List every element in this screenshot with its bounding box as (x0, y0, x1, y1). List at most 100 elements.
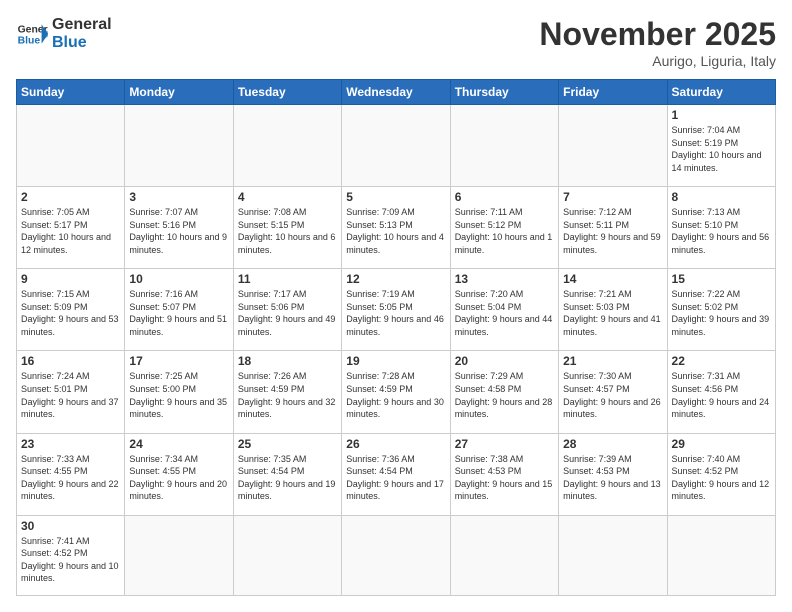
cell-daylight-info: Sunrise: 7:09 AM Sunset: 5:13 PM Dayligh… (346, 206, 445, 256)
header: General Blue General Blue November 2025 … (16, 16, 776, 69)
day-number: 12 (346, 272, 445, 286)
day-number: 29 (672, 437, 771, 451)
day-number: 16 (21, 354, 120, 368)
cell-daylight-info: Sunrise: 7:17 AM Sunset: 5:06 PM Dayligh… (238, 288, 337, 338)
calendar-cell: 17 Sunrise: 7:25 AM Sunset: 5:00 PM Dayli… (125, 351, 233, 433)
cell-daylight-info: Sunrise: 7:22 AM Sunset: 5:02 PM Dayligh… (672, 288, 771, 338)
day-number: 3 (129, 190, 228, 204)
calendar-cell: 7 Sunrise: 7:12 AM Sunset: 5:11 PM Daylig… (559, 187, 667, 269)
calendar-cell: 15Sunrise: 7:22 AM Sunset: 5:02 PM Dayli… (667, 269, 775, 351)
cell-daylight-info: Sunrise: 7:30 AM Sunset: 4:57 PM Dayligh… (563, 370, 662, 420)
day-number: 18 (238, 354, 337, 368)
calendar-cell: 5 Sunrise: 7:09 AM Sunset: 5:13 PM Daylig… (342, 187, 450, 269)
logo: General Blue General Blue (16, 16, 112, 51)
svg-text:Blue: Blue (18, 35, 41, 46)
location-subtitle: Aurigo, Liguria, Italy (539, 53, 776, 69)
day-number: 11 (238, 272, 337, 286)
calendar-cell: 9Sunrise: 7:15 AM Sunset: 5:09 PM Daylig… (17, 269, 125, 351)
cell-daylight-info: Sunrise: 7:28 AM Sunset: 4:59 PM Dayligh… (346, 370, 445, 420)
calendar: SundayMondayTuesdayWednesdayThursdayFrid… (16, 79, 776, 596)
day-number: 7 (563, 190, 662, 204)
day-number: 5 (346, 190, 445, 204)
day-number: 13 (455, 272, 554, 286)
cell-daylight-info: Sunrise: 7:16 AM Sunset: 5:07 PM Dayligh… (129, 288, 228, 338)
calendar-cell (559, 515, 667, 595)
calendar-cell: 25Sunrise: 7:35 AM Sunset: 4:54 PM Dayli… (233, 433, 341, 515)
calendar-cell (559, 105, 667, 187)
calendar-cell (342, 105, 450, 187)
cell-daylight-info: Sunrise: 7:31 AM Sunset: 4:56 PM Dayligh… (672, 370, 771, 420)
calendar-cell: 22 Sunrise: 7:31 AM Sunset: 4:56 PM Dayli… (667, 351, 775, 433)
cell-daylight-info: Sunrise: 7:41 AM Sunset: 4:52 PM Dayligh… (21, 535, 120, 585)
day-header-tuesday: Tuesday (233, 80, 341, 105)
title-block: November 2025 Aurigo, Liguria, Italy (539, 16, 776, 69)
day-header-friday: Friday (559, 80, 667, 105)
cell-daylight-info: Sunrise: 7:20 AM Sunset: 5:04 PM Dayligh… (455, 288, 554, 338)
day-header-thursday: Thursday (450, 80, 558, 105)
day-number: 28 (563, 437, 662, 451)
day-number: 22 (672, 354, 771, 368)
calendar-cell: 20 Sunrise: 7:29 AM Sunset: 4:58 PM Dayli… (450, 351, 558, 433)
calendar-cell: 21 Sunrise: 7:30 AM Sunset: 4:57 PM Dayli… (559, 351, 667, 433)
calendar-cell: 26 Sunrise: 7:36 AM Sunset: 4:54 PM Dayli… (342, 433, 450, 515)
day-number: 8 (672, 190, 771, 204)
calendar-cell (233, 515, 341, 595)
day-number: 23 (21, 437, 120, 451)
calendar-cell: 12 Sunrise: 7:19 AM Sunset: 5:05 PM Dayli… (342, 269, 450, 351)
calendar-cell (17, 105, 125, 187)
calendar-cell (233, 105, 341, 187)
cell-daylight-info: Sunrise: 7:33 AM Sunset: 4:55 PM Dayligh… (21, 453, 120, 503)
calendar-cell: 8 Sunrise: 7:13 AM Sunset: 5:10 PM Daylig… (667, 187, 775, 269)
cell-daylight-info: Sunrise: 7:12 AM Sunset: 5:11 PM Dayligh… (563, 206, 662, 256)
day-header-sunday: Sunday (17, 80, 125, 105)
day-number: 2 (21, 190, 120, 204)
cell-daylight-info: Sunrise: 7:13 AM Sunset: 5:10 PM Dayligh… (672, 206, 771, 256)
cell-daylight-info: Sunrise: 7:24 AM Sunset: 5:01 PM Dayligh… (21, 370, 120, 420)
cell-daylight-info: Sunrise: 7:36 AM Sunset: 4:54 PM Dayligh… (346, 453, 445, 503)
day-number: 6 (455, 190, 554, 204)
logo-blue: Blue (52, 34, 112, 52)
day-number: 1 (672, 108, 771, 122)
calendar-cell (667, 515, 775, 595)
calendar-cell: 6Sunrise: 7:11 AM Sunset: 5:12 PM Daylig… (450, 187, 558, 269)
calendar-cell: 27Sunrise: 7:38 AM Sunset: 4:53 PM Dayli… (450, 433, 558, 515)
calendar-cell: 29Sunrise: 7:40 AM Sunset: 4:52 PM Dayli… (667, 433, 775, 515)
calendar-cell (450, 105, 558, 187)
cell-daylight-info: Sunrise: 7:38 AM Sunset: 4:53 PM Dayligh… (455, 453, 554, 503)
cell-daylight-info: Sunrise: 7:19 AM Sunset: 5:05 PM Dayligh… (346, 288, 445, 338)
day-number: 4 (238, 190, 337, 204)
day-number: 21 (563, 354, 662, 368)
logo-icon: General Blue (16, 18, 48, 50)
calendar-cell: 23 Sunrise: 7:33 AM Sunset: 4:55 PM Dayli… (17, 433, 125, 515)
calendar-cell: 3Sunrise: 7:07 AM Sunset: 5:16 PM Daylig… (125, 187, 233, 269)
day-number: 14 (563, 272, 662, 286)
calendar-cell: 24 Sunrise: 7:34 AM Sunset: 4:55 PM Dayli… (125, 433, 233, 515)
cell-daylight-info: Sunrise: 7:08 AM Sunset: 5:15 PM Dayligh… (238, 206, 337, 256)
day-number: 17 (129, 354, 228, 368)
day-number: 9 (21, 272, 120, 286)
calendar-cell: 13 Sunrise: 7:20 AM Sunset: 5:04 PM Dayli… (450, 269, 558, 351)
day-number: 20 (455, 354, 554, 368)
day-number: 24 (129, 437, 228, 451)
calendar-cell (125, 105, 233, 187)
cell-daylight-info: Sunrise: 7:34 AM Sunset: 4:55 PM Dayligh… (129, 453, 228, 503)
day-number: 10 (129, 272, 228, 286)
calendar-cell: 16 Sunrise: 7:24 AM Sunset: 5:01 PM Dayli… (17, 351, 125, 433)
calendar-cell: 30Sunrise: 7:41 AM Sunset: 4:52 PM Dayli… (17, 515, 125, 595)
month-title: November 2025 (539, 16, 776, 53)
day-number: 26 (346, 437, 445, 451)
day-header-monday: Monday (125, 80, 233, 105)
cell-daylight-info: Sunrise: 7:29 AM Sunset: 4:58 PM Dayligh… (455, 370, 554, 420)
day-number: 19 (346, 354, 445, 368)
cell-daylight-info: Sunrise: 7:21 AM Sunset: 5:03 PM Dayligh… (563, 288, 662, 338)
cell-daylight-info: Sunrise: 7:25 AM Sunset: 5:00 PM Dayligh… (129, 370, 228, 420)
calendar-cell: 11 Sunrise: 7:17 AM Sunset: 5:06 PM Dayli… (233, 269, 341, 351)
calendar-cell (125, 515, 233, 595)
calendar-cell: 14 Sunrise: 7:21 AM Sunset: 5:03 PM Dayli… (559, 269, 667, 351)
calendar-cell (450, 515, 558, 595)
page: General Blue General Blue November 2025 … (0, 0, 792, 612)
logo-general: General (52, 16, 112, 34)
calendar-cell: 2 Sunrise: 7:05 AM Sunset: 5:17 PM Daylig… (17, 187, 125, 269)
cell-daylight-info: Sunrise: 7:05 AM Sunset: 5:17 PM Dayligh… (21, 206, 120, 256)
calendar-cell: 10 Sunrise: 7:16 AM Sunset: 5:07 PM Dayli… (125, 269, 233, 351)
